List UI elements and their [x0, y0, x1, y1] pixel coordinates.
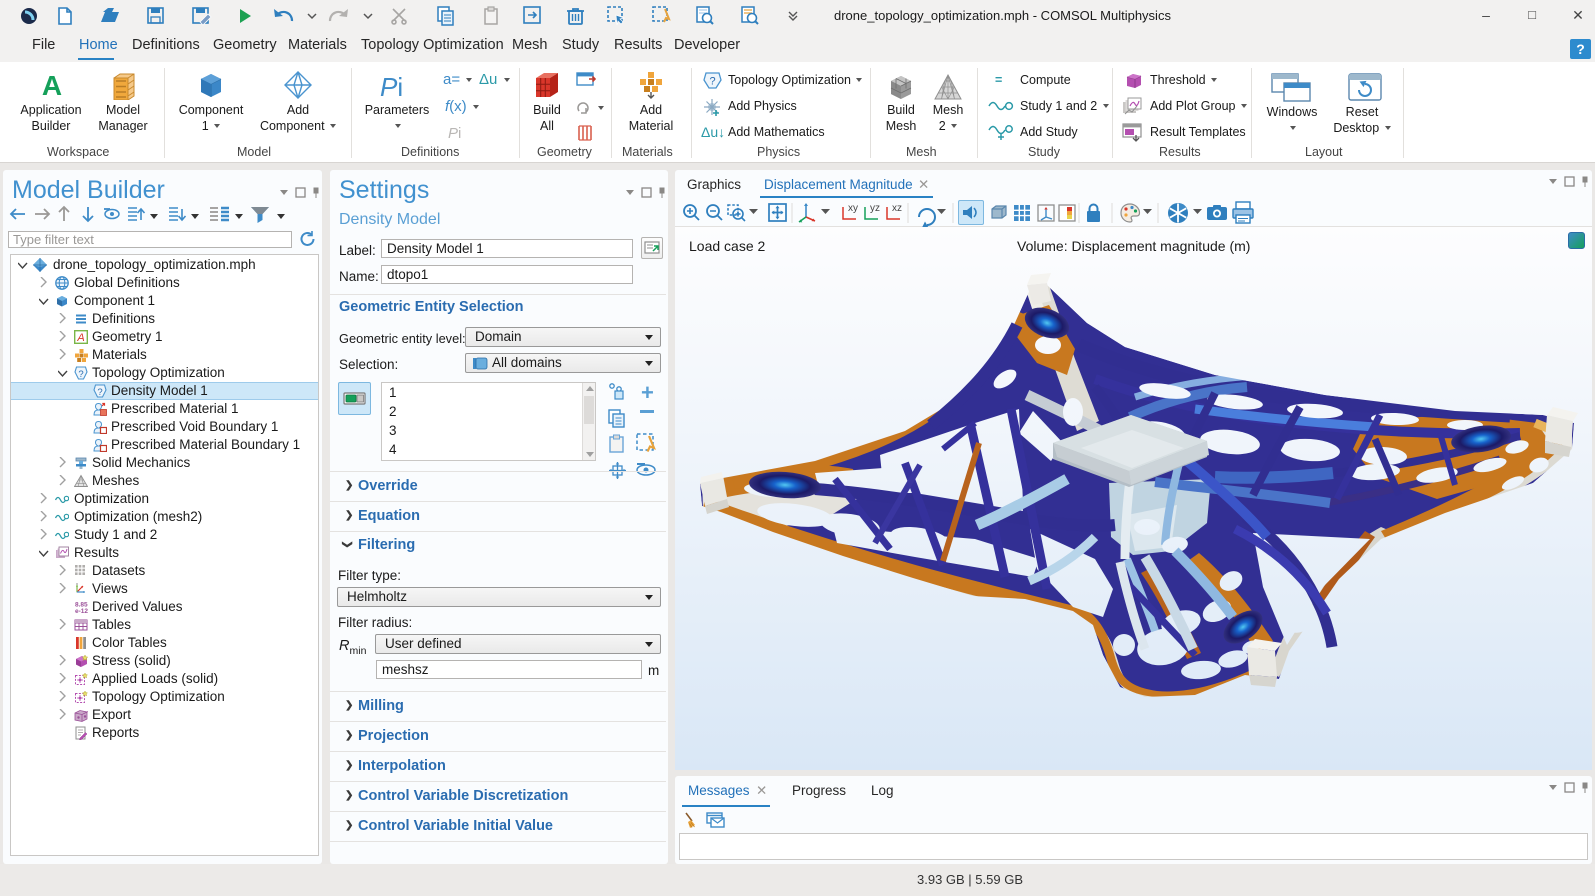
svg-text:xy: xy [848, 203, 858, 214]
svg-text:xz: xz [892, 203, 902, 214]
svg-text:?: ? [709, 76, 715, 88]
svg-text:yz: yz [870, 203, 880, 214]
